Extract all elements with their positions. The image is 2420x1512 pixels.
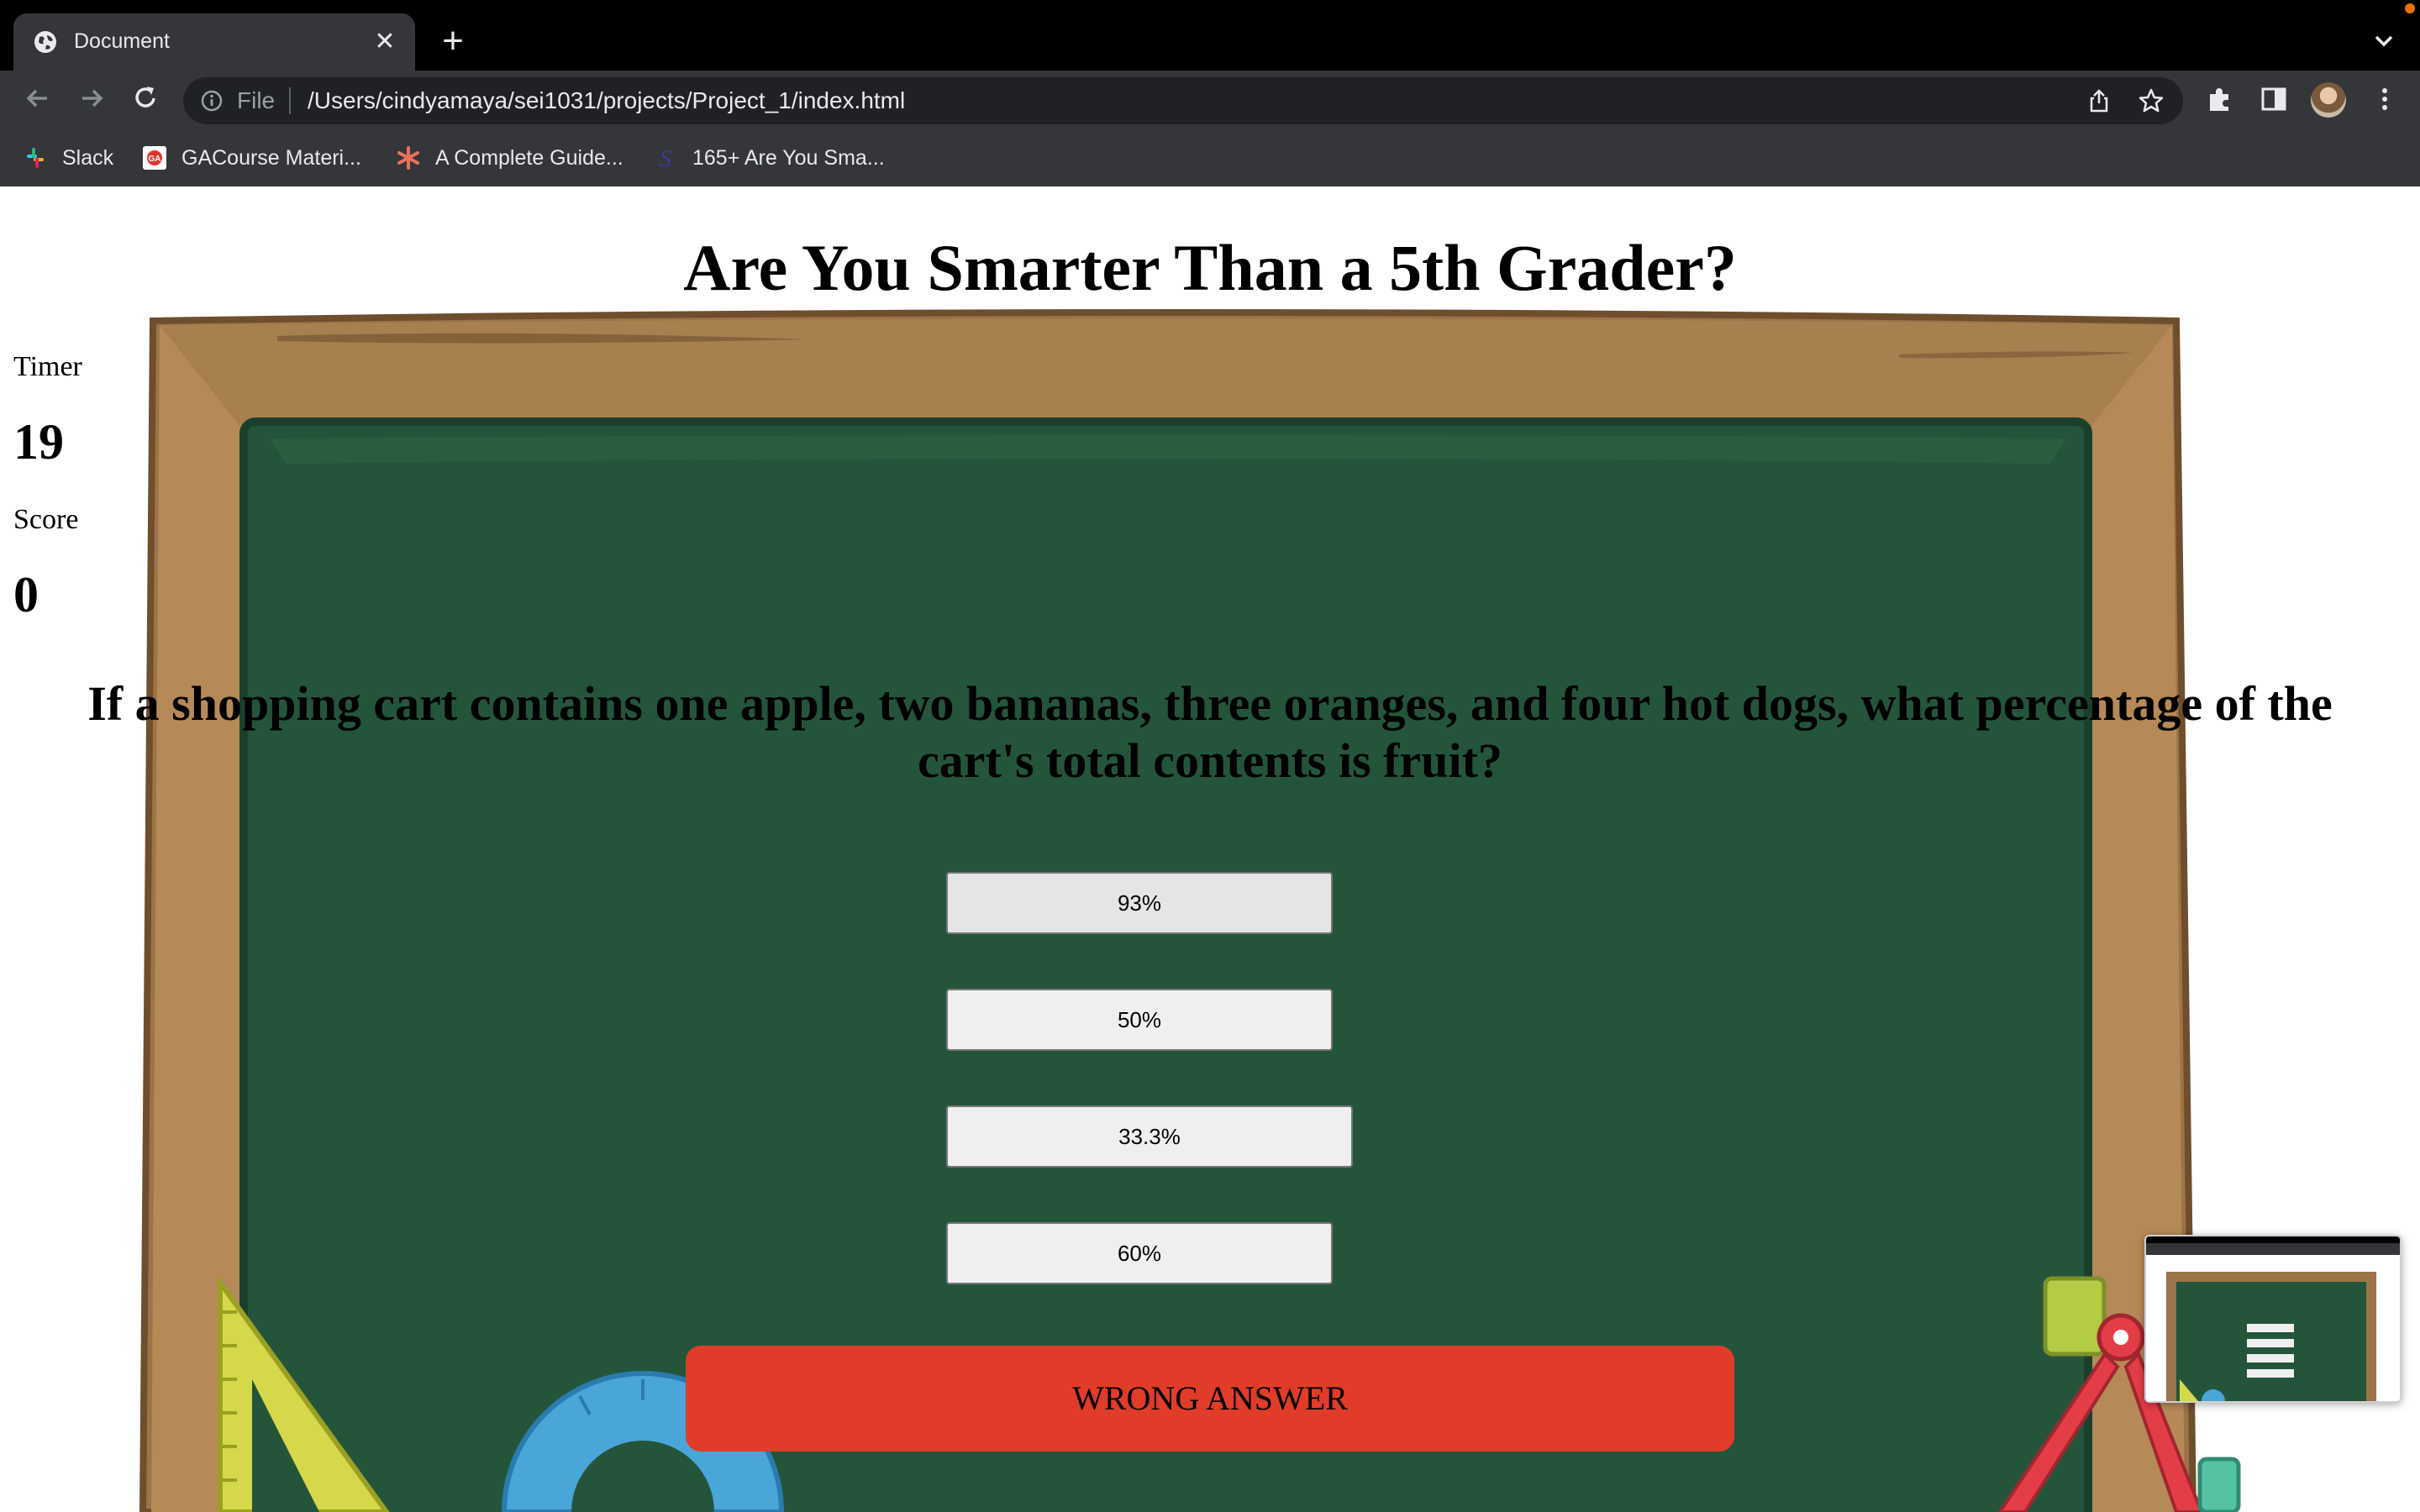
extensions-puzzle-icon[interactable] bbox=[2205, 84, 2235, 114]
page-viewport: Are You Smarter Than a 5th Grader? Timer… bbox=[0, 186, 2420, 1512]
svg-text:S: S bbox=[660, 146, 671, 171]
question-text: If a shopping cart contains one apple, t… bbox=[87, 676, 2333, 788]
tab-title: Document bbox=[74, 29, 170, 53]
notification-dot bbox=[2405, 3, 2415, 13]
address-bar[interactable]: File /Users/cindyamaya/sei1031/projects/… bbox=[183, 77, 2183, 124]
profile-avatar[interactable] bbox=[2311, 82, 2346, 118]
s-logo-icon: S bbox=[660, 146, 671, 171]
info-icon[interactable] bbox=[200, 89, 224, 113]
forward-arrow-icon[interactable] bbox=[72, 79, 111, 118]
bookmark-are-you-smarter[interactable]: S 165+ Are You Sma... bbox=[652, 143, 885, 173]
new-tab-button[interactable]: + bbox=[434, 22, 472, 60]
result-message: WRONG ANSWER bbox=[686, 1346, 1734, 1452]
back-arrow-icon[interactable] bbox=[18, 79, 57, 118]
chalkboard-background-image bbox=[139, 309, 2241, 1512]
chevron-down-icon[interactable] bbox=[2368, 25, 2400, 55]
ga-icon: GA bbox=[143, 146, 166, 170]
globe-icon bbox=[34, 31, 56, 53]
close-tab-icon[interactable]: ✕ bbox=[368, 25, 402, 59]
bookmark-star-icon[interactable] bbox=[2138, 87, 2165, 114]
bookmark-label: GACourse Materi... bbox=[182, 145, 361, 170]
asterisk-icon bbox=[397, 146, 419, 170]
answer-button-3[interactable]: 33.3% bbox=[946, 1105, 1353, 1168]
answer-button-1[interactable]: 93% bbox=[946, 872, 1333, 934]
timer-label: Timer bbox=[13, 351, 82, 382]
screenshot-thumbnail[interactable] bbox=[2144, 1235, 2402, 1403]
bookmark-ga-course[interactable]: GA GACourse Materi... bbox=[141, 143, 361, 173]
bookmark-slack[interactable]: Slack bbox=[22, 143, 113, 173]
bookmark-complete-guide[interactable]: A Complete Guide... bbox=[395, 143, 623, 173]
tab-strip: Document ✕ + bbox=[0, 0, 2420, 71]
answer-button-2[interactable]: 50% bbox=[946, 989, 1333, 1051]
answer-button-4[interactable]: 60% bbox=[946, 1222, 1333, 1284]
side-panel-icon[interactable] bbox=[2259, 84, 2289, 114]
timer-value: 19 bbox=[13, 414, 64, 470]
omnibox-divider bbox=[289, 87, 291, 114]
url-scheme-label: File bbox=[237, 87, 276, 113]
share-icon[interactable] bbox=[2086, 87, 2112, 114]
slack-icon bbox=[27, 148, 44, 168]
reload-icon[interactable] bbox=[126, 79, 165, 118]
active-tab[interactable]: Document ✕ bbox=[13, 13, 415, 71]
svg-text:GA: GA bbox=[149, 155, 161, 164]
page-title: Are You Smarter Than a 5th Grader? bbox=[683, 231, 1737, 304]
bookmark-label: A Complete Guide... bbox=[435, 145, 623, 170]
score-label: Score bbox=[13, 504, 79, 535]
bookmark-label: 165+ Are You Sma... bbox=[692, 145, 885, 170]
browser-toolbar: File /Users/cindyamaya/sei1031/projects/… bbox=[0, 71, 2420, 202]
score-value: 0 bbox=[13, 567, 39, 622]
more-menu-icon[interactable] bbox=[2370, 84, 2400, 114]
url-text[interactable]: /Users/cindyamaya/sei1031/projects/Proje… bbox=[308, 86, 905, 116]
bookmark-label: Slack bbox=[62, 145, 114, 170]
thumbnail-preview-image bbox=[2146, 1236, 2400, 1401]
